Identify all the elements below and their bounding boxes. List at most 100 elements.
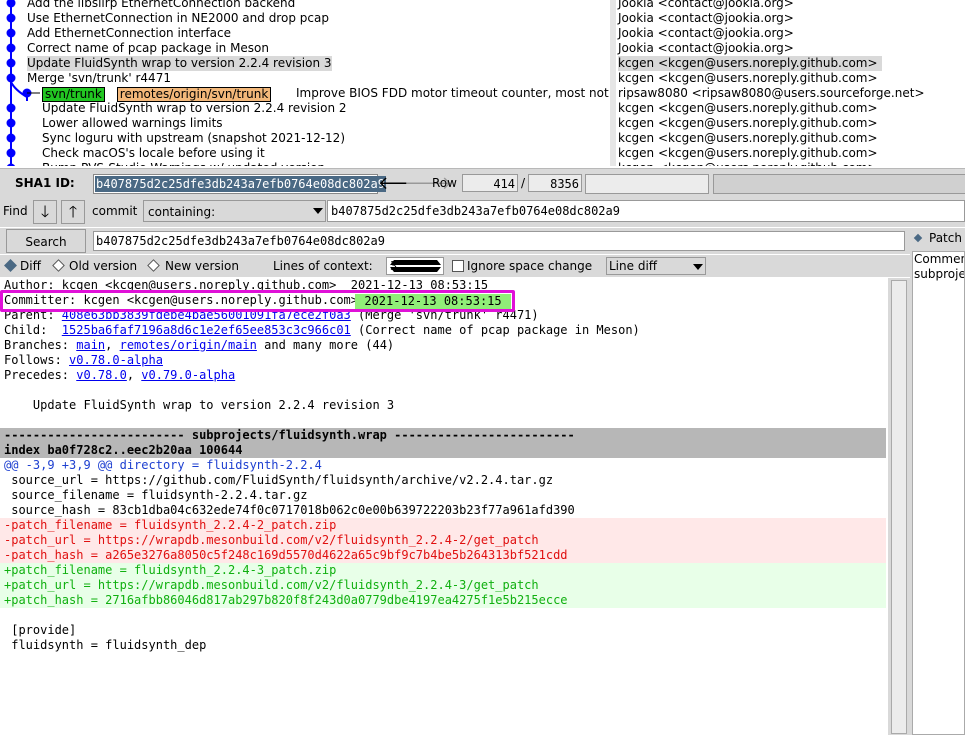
commit-subject[interactable]: Correct name of pcap package in Meson [27, 41, 269, 56]
commit-subject[interactable]: Add the libslirp EthernetConnection back… [27, 0, 295, 11]
precedes-separator: , [126, 368, 142, 382]
author-list-pane[interactable]: Jookia <contact@jookia.org> Jookia <conta… [616, 0, 965, 166]
commit-row[interactable]: Merge 'svn/trunk' r4471 [0, 71, 610, 86]
commit-author[interactable]: Jookia <contact@jookia.org> [618, 0, 798, 11]
branch-link-remote-main[interactable]: remotes/origin/main [120, 338, 257, 352]
commit-author[interactable]: Jookia <contact@jookia.org> [618, 26, 798, 41]
added-line: +patch_filename = fluidsynth_2.2.4-3_pat… [0, 563, 886, 578]
branch-link-main[interactable]: main [76, 338, 105, 352]
hunk-header: @@ -3,9 +3,9 @@ directory = fluidsynth-2… [4, 458, 322, 472]
commit-row[interactable]: Update FluidSynth wrap to version 2.2.4 … [0, 56, 610, 71]
index-line: index ba0f728c2..eec2b20aa 100644 [0, 443, 886, 458]
diff-view[interactable]: Author: kcgen <kcgen@users.noreply.githu… [0, 278, 888, 735]
commit-subject[interactable]: Update FluidSynth wrap to version 2.2.4 … [27, 56, 332, 71]
commit-row[interactable]: Add the libslirp EthernetConnection back… [0, 0, 610, 11]
search-button[interactable]: Search [6, 229, 86, 253]
commit-subject[interactable]: Check macOS's locale before using it [42, 146, 265, 161]
row-label: Row [432, 176, 457, 190]
commit-subject[interactable]: Bump PVS-Studio Warnings w/ updated vers… [42, 161, 325, 166]
find-prev-arrow-icon[interactable]: 🡑 [61, 200, 85, 224]
commit-subject[interactable]: Use EthernetConnection in NE2000 and dro… [27, 11, 329, 26]
row-separator: / [521, 176, 526, 190]
file-list-item[interactable]: Comments [913, 252, 964, 267]
commit-subject[interactable]: Sync loguru with upstream (snapshot 2021… [42, 131, 345, 146]
commit-row[interactable]: Add EthernetConnection interface [0, 26, 610, 41]
status-area [713, 174, 965, 194]
commit-row[interactable]: Use EthernetConnection in NE2000 and dro… [0, 11, 610, 26]
parent-sha-link[interactable]: 408e63bb3839fdebe4bae56001091fa7ece2f0a3 [62, 308, 351, 322]
child-sha-link[interactable]: 1525ba6faf7196a8d6c1e2ef65ee853c3c966c01 [62, 323, 351, 337]
diff-radio-label[interactable]: Diff [20, 259, 41, 273]
diff-mode-dropdown[interactable]: Line diff [606, 257, 706, 275]
commit-author[interactable]: Jookia <contact@jookia.org> [618, 11, 798, 26]
precedes-tag-link-2[interactable]: v0.79.0-alpha [141, 368, 235, 382]
commit-author[interactable]: Jookia <contact@jookia.org> [618, 41, 798, 56]
commit-author[interactable]: kcgen <kcgen@users.noreply.github.com> [618, 71, 882, 86]
context-line: [provide] [4, 623, 77, 637]
find-toolbar: Find 🡓 🡑 commit containing: b407875d2c25… [0, 197, 965, 227]
commit-author[interactable]: kcgen <kcgen@users.noreply.github.com> [618, 56, 882, 71]
find-mode-dropdown[interactable]: containing: [143, 200, 326, 222]
branches-more: and many more (44) [256, 338, 395, 352]
commit-author[interactable]: kcgen <kcgen@users.noreply.github.com> [618, 161, 882, 166]
commit-row[interactable]: Lower allowed warnings limits [0, 116, 610, 131]
commit-subject[interactable]: Update FluidSynth wrap to version 2.2.4 … [42, 101, 347, 116]
forward-arrow-icon[interactable]: 🡒 [404, 173, 452, 195]
commit-list-pane[interactable]: Add the libslirp EthernetConnection back… [0, 0, 610, 166]
ignore-space-label[interactable]: Ignore space change [467, 259, 592, 273]
commit-row[interactable]: svn/trunk remotes/origin/svn/trunk Improve… [0, 86, 610, 102]
follows-line: Follows: v0.78.0-alpha [4, 353, 163, 368]
scrollbar-thumb[interactable] [891, 280, 907, 734]
parent-label: Parent: [4, 308, 62, 322]
committer-line: Committer: kcgen <kcgen@users.noreply.gi… [4, 293, 359, 307]
diff-radio-icon[interactable] [4, 259, 17, 272]
find-input[interactable]: b407875d2c25dfe3db243a7efb0764e08dc802a9 [327, 200, 965, 222]
new-version-radio-icon[interactable] [147, 259, 160, 272]
spin-down-icon[interactable] [390, 267, 441, 272]
commit-row[interactable]: Correct name of pcap package in Meson [0, 41, 610, 56]
commit-row[interactable]: Bump PVS-Studio Warnings w/ updated vers… [0, 161, 610, 166]
remote-branch-tag[interactable]: remotes/origin/svn/trunk [116, 87, 272, 102]
spin-up-icon[interactable] [390, 260, 441, 265]
patch-radio-label[interactable]: Patch [929, 231, 962, 245]
context-line: source_url = https://github.com/FluidSyn… [4, 473, 554, 487]
find-commit-label: commit [92, 204, 138, 218]
child-line: Child: 1525ba6faf7196a8d6c1e2ef65ee853c3… [4, 323, 640, 338]
commit-row[interactable]: Sync loguru with upstream (snapshot 2021… [0, 131, 610, 146]
old-version-radio-icon[interactable] [52, 259, 65, 272]
commit-row[interactable]: Check macOS's locale before using it [0, 146, 610, 161]
sha-toolbar: SHA1 ID: b407875d2c25dfe3db243a7efb0764e… [0, 168, 965, 197]
context-lines-spinbox[interactable]: 3 [386, 257, 444, 275]
branch-tag[interactable]: svn/trunk [42, 87, 105, 102]
search-input-value: b407875d2c25dfe3db243a7efb0764e08dc802a9 [96, 234, 385, 248]
file-list-item[interactable]: subprojects/fluidsynth.wrap [913, 267, 964, 282]
deleted-line: -patch_url = https://wrapdb.mesonbuild.c… [0, 533, 886, 548]
commit-author[interactable]: ripsaw8080 <ripsaw8080@users.sourceforge… [618, 86, 929, 101]
new-version-radio-label[interactable]: New version [165, 259, 239, 273]
commit-row[interactable]: Update FluidSynth wrap to version 2.2.4 … [0, 101, 610, 116]
sha-id-field[interactable]: b407875d2c25dfe3db243a7efb0764e08dc802a9 [93, 174, 386, 194]
commit-author[interactable]: kcgen <kcgen@users.noreply.github.com> [618, 146, 882, 161]
branches-label: Branches: [4, 338, 77, 352]
find-next-arrow-icon[interactable]: 🡓 [33, 200, 57, 224]
search-input[interactable]: b407875d2c25dfe3db243a7efb0764e08dc802a9 [93, 231, 905, 251]
commit-subject[interactable]: Add EthernetConnection interface [27, 26, 231, 41]
old-version-radio-label[interactable]: Old version [69, 259, 137, 273]
ignore-space-checkbox[interactable] [452, 260, 464, 272]
commit-subject[interactable]: Merge 'svn/trunk' r4471 [27, 71, 171, 86]
branch-separator: , [105, 338, 120, 352]
commit-author[interactable]: kcgen <kcgen@users.noreply.github.com> [618, 101, 882, 116]
file-list[interactable]: Comments subprojects/fluidsynth.wrap [912, 251, 965, 735]
follows-tag-link[interactable]: v0.78.0-alpha [69, 353, 163, 367]
commit-author[interactable]: kcgen <kcgen@users.noreply.github.com> [618, 131, 882, 146]
commit-message: Update FluidSynth wrap to version 2.2.4 … [4, 398, 395, 412]
diff-scrollbar[interactable] [888, 278, 910, 735]
commit-subject[interactable]: Improve BIOS FDD motor timeout counter, … [296, 86, 609, 101]
row-number: 414 [462, 174, 518, 192]
commit-subject[interactable]: Lower allowed warnings limits [42, 116, 223, 131]
back-arrow-icon[interactable]: 🡐 [378, 173, 426, 195]
patch-radio-icon[interactable] [913, 233, 923, 243]
precedes-tag-link-1[interactable]: v0.78.0 [76, 368, 127, 382]
commit-author[interactable]: kcgen <kcgen@users.noreply.github.com> [618, 116, 882, 131]
child-label: Child: [4, 323, 62, 337]
